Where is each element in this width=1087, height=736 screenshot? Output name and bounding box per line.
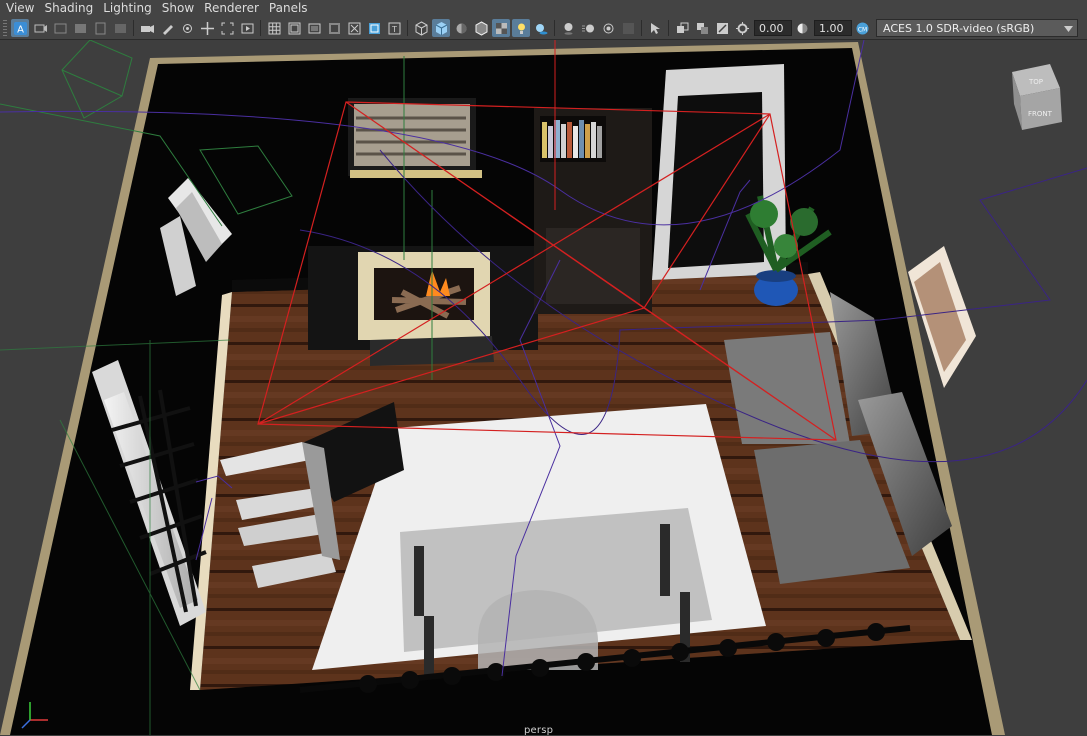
view-cube-front-label: FRONT [1028, 110, 1053, 118]
film-gate-icon[interactable] [285, 19, 303, 37]
svg-text:A: A [17, 24, 24, 35]
pan-zoom-icon[interactable] [198, 19, 216, 37]
gate-mask-icon[interactable] [325, 19, 343, 37]
backface-culling-icon[interactable] [713, 19, 731, 37]
panel-toolbar: A T CM ACES 1.0 SDR-video (sRGB) [0, 17, 1087, 40]
menu-view[interactable]: View [0, 0, 39, 17]
toolbar-separator [260, 20, 261, 36]
grid-icon[interactable] [265, 19, 283, 37]
grease-pencil-icon[interactable] [158, 19, 176, 37]
menu-shading[interactable]: Shading [39, 0, 98, 17]
toolbar-separator [554, 20, 555, 36]
field-chart-icon[interactable] [345, 19, 363, 37]
svg-text:CM: CM [857, 26, 866, 33]
select-camera-icon[interactable] [31, 19, 49, 37]
two-d-pan-icon[interactable] [111, 19, 129, 37]
bookcase-model[interactable] [534, 108, 652, 314]
menu-show[interactable]: Show [157, 0, 199, 17]
wireframe-icon[interactable] [412, 19, 430, 37]
color-management-icon[interactable]: CM [853, 19, 871, 37]
camera-icon[interactable] [138, 19, 156, 37]
motion-blur-icon[interactable] [579, 19, 597, 37]
playblast-icon[interactable] [238, 19, 256, 37]
menu-renderer[interactable]: Renderer [199, 0, 264, 17]
resolution-gate-icon[interactable] [305, 19, 323, 37]
toolbar-separator [641, 20, 642, 36]
perspective-viewport[interactable]: TOP FRONT [0, 40, 1087, 735]
default-material-icon[interactable] [452, 19, 470, 37]
focus-icon[interactable] [178, 19, 196, 37]
toggle-a-icon[interactable]: A [11, 19, 29, 37]
toolbar-separator [668, 20, 669, 36]
screen-space-ao-icon[interactable] [559, 19, 577, 37]
safe-title-icon[interactable]: T [385, 19, 403, 37]
camera-name-label: persp [524, 725, 554, 736]
exposure-field[interactable] [754, 20, 792, 36]
panel-menu-bar: View Shading Lighting Show Renderer Pane… [0, 0, 1087, 17]
multisample-aa-icon[interactable] [599, 19, 617, 37]
image-plane-icon[interactable] [91, 19, 109, 37]
menu-panels[interactable]: Panels [264, 0, 313, 17]
chevron-down-icon [1064, 22, 1073, 35]
safe-action-icon[interactable] [365, 19, 383, 37]
view-transform-value: ACES 1.0 SDR-video (sRGB) [883, 21, 1035, 35]
textured-icon[interactable] [492, 19, 510, 37]
toolbar-separator [133, 20, 134, 36]
exposure-icon[interactable] [733, 19, 751, 37]
xray-joints-icon[interactable] [693, 19, 711, 37]
frame-all-icon[interactable] [218, 19, 236, 37]
smooth-shade-icon[interactable] [432, 19, 450, 37]
view-transform-dropdown[interactable]: ACES 1.0 SDR-video (sRGB) [876, 19, 1078, 37]
toolbar-separator [407, 20, 408, 36]
camera-attributes-icon[interactable] [51, 19, 69, 37]
wireframe-on-shaded-icon[interactable] [472, 19, 490, 37]
menu-lighting[interactable]: Lighting [98, 0, 157, 17]
depth-of-field-icon[interactable] [619, 19, 637, 37]
isolate-select-icon[interactable] [646, 19, 664, 37]
use-all-lights-icon[interactable] [512, 19, 530, 37]
xray-icon[interactable] [673, 19, 691, 37]
gamma-icon[interactable] [793, 19, 811, 37]
shadows-icon[interactable] [532, 19, 550, 37]
svg-text:T: T [391, 25, 397, 34]
view-cube-top-label: TOP [1028, 78, 1043, 86]
bookmarks-icon[interactable] [71, 19, 89, 37]
gamma-field[interactable] [814, 20, 852, 36]
toolbar-grip[interactable] [3, 20, 7, 36]
